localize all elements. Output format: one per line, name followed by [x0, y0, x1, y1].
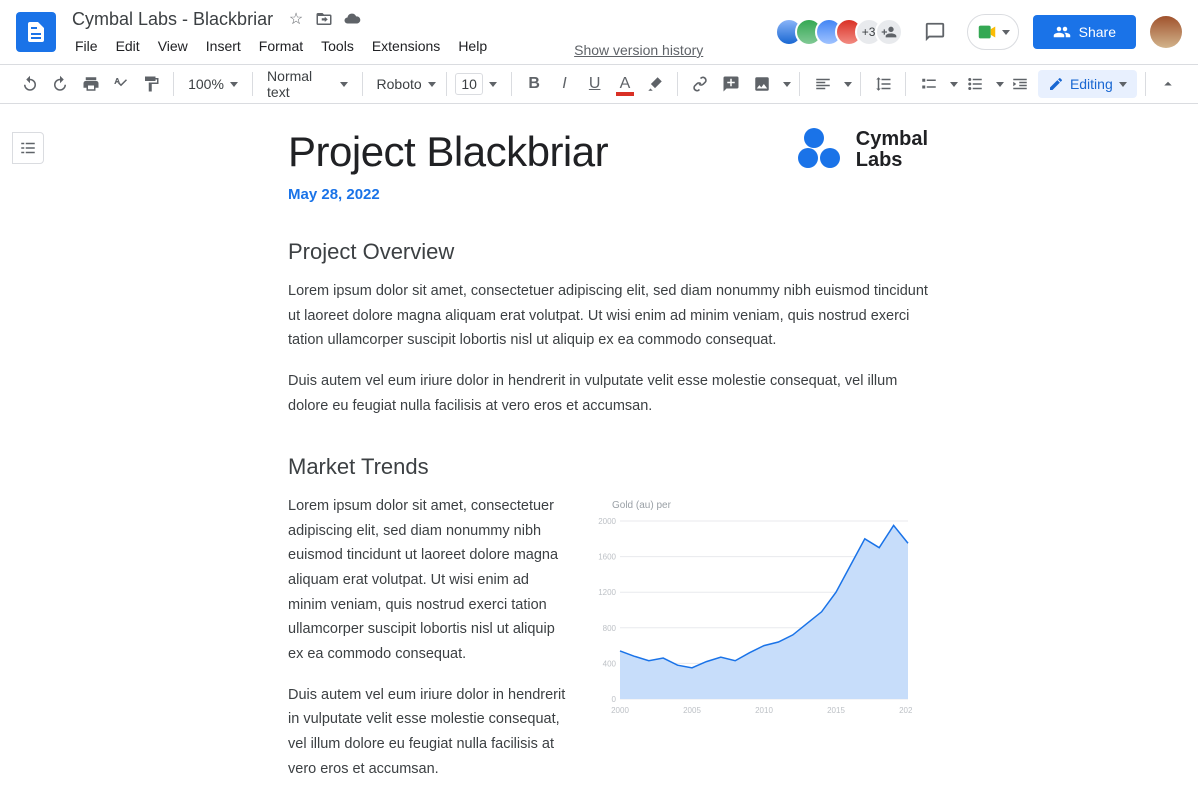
undo-icon[interactable]	[16, 69, 44, 99]
chevron-down-icon	[950, 82, 958, 87]
move-icon[interactable]	[315, 10, 333, 28]
page-title: Project Blackbriar	[288, 128, 608, 176]
cloud-status-icon[interactable]	[343, 10, 361, 28]
bold-icon[interactable]: B	[520, 69, 548, 99]
chevron-down-icon	[340, 82, 348, 87]
paragraph: Duis autem vel eum iriure dolor in hendr…	[288, 369, 928, 418]
share-label: Share	[1079, 24, 1116, 40]
editing-mode-dropdown[interactable]: Editing	[1038, 70, 1137, 98]
svg-text:400: 400	[603, 660, 617, 669]
menu-format[interactable]: Format	[252, 34, 310, 58]
menu-help[interactable]: Help	[451, 34, 494, 58]
comments-icon[interactable]	[917, 14, 953, 50]
bulleted-list-dropdown[interactable]	[960, 69, 1004, 99]
underline-icon[interactable]: U	[581, 69, 609, 99]
svg-text:2005: 2005	[683, 706, 701, 715]
section-heading: Project Overview	[288, 239, 928, 265]
section-heading: Market Trends	[288, 454, 928, 480]
share-button[interactable]: Share	[1033, 15, 1136, 49]
font-size-input[interactable]	[455, 73, 483, 95]
svg-text:2000: 2000	[598, 517, 616, 526]
people-icon	[1053, 23, 1071, 41]
paragraph-style-dropdown[interactable]: Normal text	[261, 64, 354, 104]
chevron-down-icon	[428, 82, 436, 87]
add-person-icon[interactable]	[875, 18, 903, 46]
svg-text:2000: 2000	[611, 706, 629, 715]
menu-extensions[interactable]: Extensions	[365, 34, 447, 58]
chevron-down-icon[interactable]	[483, 69, 503, 99]
mode-label: Editing	[1070, 76, 1113, 92]
chart-plot: 0 400 800 1200 1600 2000 2000 2005 2010 2015 2020	[592, 517, 912, 717]
font-size-field[interactable]	[455, 69, 503, 99]
account-avatar[interactable]	[1150, 16, 1182, 48]
checklist-dropdown[interactable]	[914, 69, 958, 99]
align-left-icon	[808, 69, 838, 99]
highlight-icon[interactable]	[641, 69, 669, 99]
svg-text:2015: 2015	[827, 706, 845, 715]
align-dropdown[interactable]	[808, 69, 852, 99]
svg-text:2010: 2010	[755, 706, 773, 715]
svg-text:1600: 1600	[598, 553, 616, 562]
image-icon	[747, 69, 777, 99]
checklist-icon	[914, 69, 944, 99]
insert-comment-icon[interactable]	[716, 69, 744, 99]
pencil-icon	[1048, 76, 1064, 92]
chevron-down-icon	[783, 82, 791, 87]
collaborator-avatars[interactable]: +3	[775, 18, 903, 46]
chevron-down-icon	[230, 82, 238, 87]
insert-image-dropdown[interactable]	[747, 69, 791, 99]
spellcheck-icon[interactable]	[107, 69, 135, 99]
print-icon[interactable]	[76, 69, 104, 99]
menu-view[interactable]: View	[151, 34, 195, 58]
style-value: Normal text	[267, 68, 334, 100]
paragraph: Lorem ipsum dolor sit amet, consectetuer…	[288, 494, 568, 666]
decrease-indent-icon[interactable]	[1006, 69, 1034, 99]
menubar: File Edit View Insert Format Tools Exten…	[68, 34, 494, 58]
font-value: Roboto	[377, 76, 422, 92]
insert-link-icon[interactable]	[686, 69, 714, 99]
menu-insert[interactable]: Insert	[199, 34, 248, 58]
star-icon[interactable]: ☆	[287, 10, 305, 28]
chevron-down-icon	[1119, 82, 1127, 87]
chevron-down-icon	[844, 82, 852, 87]
paragraph: Duis autem vel eum iriure dolor in hendr…	[288, 683, 568, 782]
line-spacing-icon[interactable]	[869, 69, 897, 99]
bulleted-list-icon	[960, 69, 990, 99]
doc-date: May 28, 2022	[288, 186, 608, 203]
svg-text:800: 800	[603, 624, 617, 633]
zoom-dropdown[interactable]: 100%	[182, 72, 244, 96]
svg-text:2020: 2020	[899, 706, 912, 715]
redo-icon[interactable]	[46, 69, 74, 99]
paragraph: Lorem ipsum dolor sit amet, consectetuer…	[288, 279, 928, 353]
menu-tools[interactable]: Tools	[314, 34, 361, 58]
chevron-down-icon	[1002, 30, 1010, 35]
brand-logo: Cymbal Labs	[798, 128, 928, 172]
font-dropdown[interactable]: Roboto	[371, 72, 439, 96]
toolbar: 100% Normal text Roboto B I U A Editing	[0, 64, 1198, 104]
docs-app-icon[interactable]	[16, 12, 56, 52]
doc-title-input[interactable]: Cymbal Labs - Blackbriar	[68, 7, 277, 32]
collapse-toolbar-icon[interactable]	[1154, 69, 1182, 99]
paint-format-icon[interactable]	[137, 69, 165, 99]
text-color-icon[interactable]: A	[611, 69, 639, 99]
document-page[interactable]: Project Blackbriar May 28, 2022 Cymbal L…	[288, 128, 928, 797]
version-history-link[interactable]: Show version history	[574, 42, 703, 64]
brand-line2: Labs	[856, 150, 928, 171]
brand-mark-icon	[798, 128, 842, 172]
chart-title: Gold (au) per	[612, 500, 928, 511]
menu-file[interactable]: File	[68, 34, 105, 58]
chart: Gold (au) per 0 400 800 1200 1600 2000 2000 200…	[592, 500, 928, 722]
outline-toggle-icon[interactable]	[12, 132, 44, 164]
zoom-value: 100%	[188, 76, 224, 92]
meet-icon	[976, 21, 998, 43]
meet-button[interactable]	[967, 14, 1019, 50]
chevron-down-icon	[996, 82, 1004, 87]
svg-text:0: 0	[612, 695, 617, 704]
brand-line1: Cymbal	[856, 129, 928, 150]
italic-icon[interactable]: I	[550, 69, 578, 99]
svg-text:1200: 1200	[598, 588, 616, 597]
menu-edit[interactable]: Edit	[109, 34, 147, 58]
